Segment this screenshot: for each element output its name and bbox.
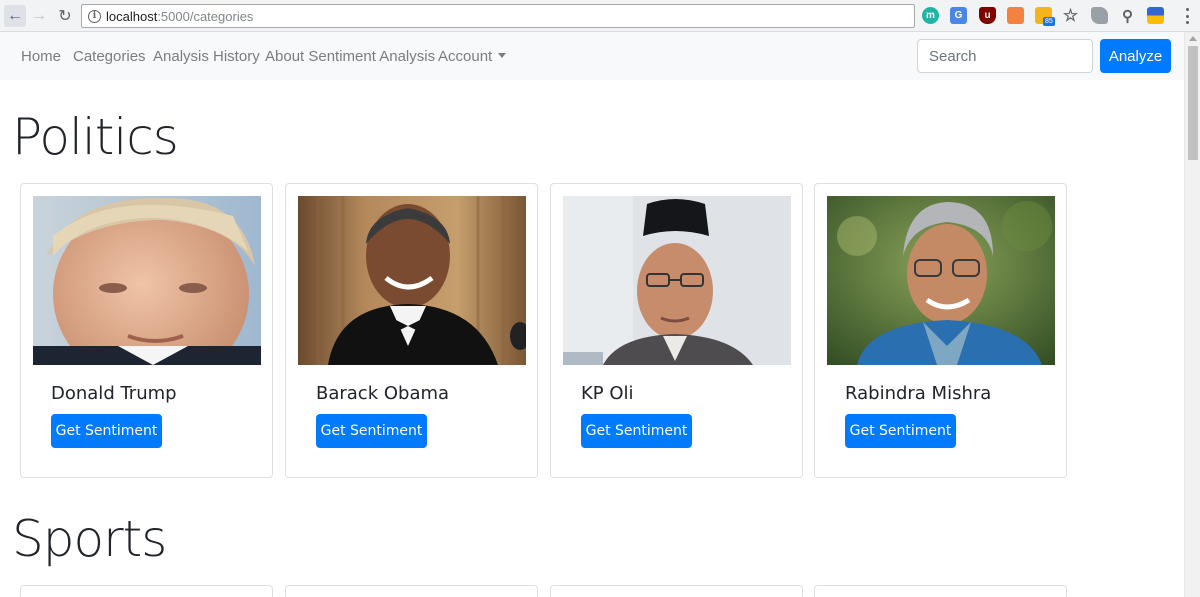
extension-gray-icon[interactable] [1091,7,1108,24]
extension-m-icon[interactable]: m [922,7,939,24]
card-title: Donald Trump [51,383,177,404]
card-kp-oli: KP Oli Get Sentiment [550,183,803,478]
address-bar[interactable]: i localhost:5000/categories [81,4,915,28]
extension-orange-icon[interactable] [1007,7,1024,24]
account-label: Account [438,48,493,65]
caret-down-icon [498,53,507,58]
nav-about-sentiment-analysis[interactable]: About Sentiment Analysis [265,48,435,65]
card-sports-1 [20,585,273,597]
card-title: Rabindra Mishra [845,383,992,404]
card-title: KP Oli [581,383,634,404]
scroll-up-arrow-icon[interactable] [1189,36,1197,41]
search-input[interactable] [917,39,1093,73]
analyze-button[interactable]: Analyze [1100,39,1171,73]
url-host: localhost [106,8,158,24]
portrait-rabindra-mishra [827,196,1055,365]
nav-analysis-history[interactable]: Analysis History [153,48,260,65]
section-title-sports: Sports [12,510,167,568]
search-icon[interactable]: ⚲ [1119,7,1136,25]
card-title: Barack Obama [316,383,450,404]
scrollbar-thumb[interactable] [1188,46,1198,160]
bookmark-star-icon[interactable]: ☆ [1062,6,1079,25]
portrait-barack-obama [298,196,526,365]
page-viewport: Home Categories Analysis History About S… [0,32,1184,597]
page-scrollbar[interactable] [1184,32,1200,597]
browser-menu-icon[interactable] [1180,8,1194,24]
extension-translate-icon[interactable]: G [950,7,967,24]
forward-arrow-icon[interactable]: → [28,5,50,27]
portrait-kp-oli [563,196,791,365]
get-sentiment-button[interactable]: Get Sentiment [581,414,692,448]
navbar: Home Categories Analysis History About S… [0,32,1184,80]
card-barack-obama: Barack Obama Get Sentiment [285,183,538,478]
back-arrow-icon[interactable]: ← [4,5,26,27]
nav-account-dropdown[interactable]: Account [438,48,507,65]
portrait-donald-trump [33,196,261,365]
nav-home[interactable]: Home [21,48,61,65]
browser-toolbar: ← → ↻ i localhost:5000/categories m G u … [0,0,1200,32]
card-sports-2 [285,585,538,597]
url-path: :5000/categories [157,8,254,24]
card-donald-trump: Donald Trump Get Sentiment [20,183,273,478]
get-sentiment-button[interactable]: Get Sentiment [845,414,956,448]
get-sentiment-button[interactable]: Get Sentiment [51,414,162,448]
extension-flag-icon[interactable] [1147,7,1164,24]
card-rabindra-mishra: Rabindra Mishra Get Sentiment [814,183,1067,478]
reload-icon[interactable]: ↻ [54,5,76,27]
card-sports-4 [814,585,1067,597]
extension-ublock-icon[interactable]: u [979,7,996,24]
section-title-politics: Politics [12,108,179,166]
extension-badge: 85 [1043,17,1055,26]
card-sports-3 [550,585,803,597]
nav-categories[interactable]: Categories [73,48,146,65]
site-info-icon[interactable]: i [88,9,101,23]
get-sentiment-button[interactable]: Get Sentiment [316,414,427,448]
